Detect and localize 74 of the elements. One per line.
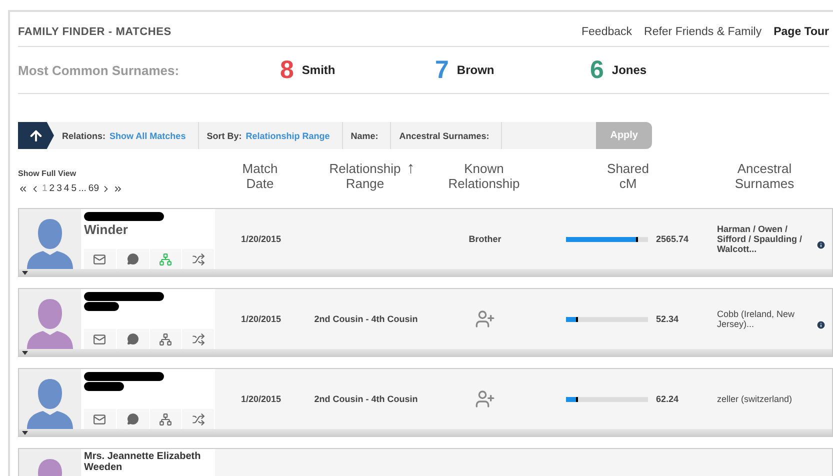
surname: Smith (302, 63, 336, 77)
shared-cm-value: 2565.74 (656, 234, 689, 244)
column-header[interactable]: Match Date (242, 161, 278, 191)
envelope-icon (93, 252, 106, 266)
filter-label: Name: (350, 130, 378, 140)
column-header[interactable]: Ancestral Surnames (734, 161, 794, 191)
message-button[interactable] (84, 409, 117, 429)
person-silhouette-icon (27, 297, 73, 349)
tree-icon (158, 252, 172, 266)
shared-cm-value: 62.24 (656, 394, 679, 404)
surname-count: 8 (280, 56, 294, 84)
shuffle-button[interactable] (182, 409, 215, 429)
tree-icon (158, 332, 172, 346)
show-full-view-link[interactable]: Show Full View (18, 169, 214, 178)
match-name: Weeden (84, 462, 124, 473)
info-icon[interactable] (816, 240, 826, 250)
filter-label: Ancestral Surnames: (399, 130, 490, 140)
last-page-icon[interactable] (112, 184, 123, 194)
note-button[interactable] (116, 249, 150, 269)
ancestral-surnames: Harman / Owen / Sifford / Spaulding / Walcott... (716, 224, 803, 254)
note-button[interactable] (116, 409, 150, 429)
match-date: 1/20/2015 (240, 314, 282, 324)
surname-count: 6 (590, 56, 604, 84)
first-page-icon[interactable] (18, 184, 28, 194)
header-link[interactable]: Refer Friends & Family (644, 26, 762, 38)
tree-button[interactable] (150, 329, 182, 349)
page-link[interactable]: 3 (56, 183, 62, 194)
envelope-icon (93, 412, 106, 426)
column-header[interactable]: Known Relationship (448, 161, 520, 191)
surname: Brown (456, 63, 494, 77)
page-link[interactable]: 4 (64, 183, 70, 194)
match-date: 1/20/2015 (240, 234, 282, 244)
page-link[interactable]: 5 (71, 183, 76, 194)
header-link[interactable]: Page Tour (774, 26, 829, 38)
surnames-label: Most Common Surnames: (18, 62, 180, 78)
tree-icon (158, 412, 172, 426)
page-ellipsis: ... (78, 183, 86, 194)
match-name: Winder (84, 222, 129, 237)
shuffle-button[interactable] (182, 249, 215, 269)
shuffle-button[interactable] (182, 329, 215, 349)
page-link[interactable]: 2 (49, 183, 55, 194)
match-name: Mrs. Jeannette Elizabeth (84, 451, 202, 462)
column-header[interactable]: Shared cM (607, 161, 649, 191)
filter-label: Relations: (62, 130, 106, 140)
sort-arrow: ↑ (406, 161, 415, 176)
tree-button[interactable] (150, 409, 182, 429)
surname-count: 7 (435, 56, 449, 84)
message-button[interactable] (84, 329, 117, 349)
filter-label: Sort By: (206, 130, 242, 140)
page-link[interactable]: 69 (88, 183, 99, 194)
known-relationship: Brother (468, 234, 502, 244)
envelope-icon (93, 332, 106, 346)
shuffle-icon (192, 252, 205, 266)
message-button[interactable] (84, 249, 117, 269)
match-date: 1/20/2015 (240, 394, 282, 404)
speech-bubble-icon (126, 413, 139, 425)
info-icon[interactable] (816, 320, 826, 330)
speech-bubble-icon (126, 253, 139, 265)
surname: Jones (612, 63, 647, 77)
add-relationship-icon[interactable] (475, 389, 495, 409)
person-silhouette-icon (27, 217, 73, 269)
header-link[interactable]: Feedback (582, 26, 632, 38)
relationship-range: 2nd Cousin - 4th Cousin (313, 394, 419, 404)
speech-bubble-icon (126, 333, 139, 345)
person-silhouette-icon (27, 377, 73, 429)
family-finder-logo: FAMILY FINDER - MATCHES (18, 26, 172, 38)
ancestral-surnames: zeller (switzerland) (716, 394, 794, 404)
shuffle-icon (192, 412, 205, 426)
shuffle-icon (192, 332, 205, 346)
note-button[interactable] (116, 329, 150, 349)
relationship-range: 2nd Cousin - 4th Cousin (313, 314, 419, 324)
ancestral-surnames: Cobb (Ireland, New Jersey)... (716, 309, 796, 329)
add-relationship-icon[interactable] (475, 309, 495, 329)
shared-cm-value: 52.34 (656, 314, 679, 324)
